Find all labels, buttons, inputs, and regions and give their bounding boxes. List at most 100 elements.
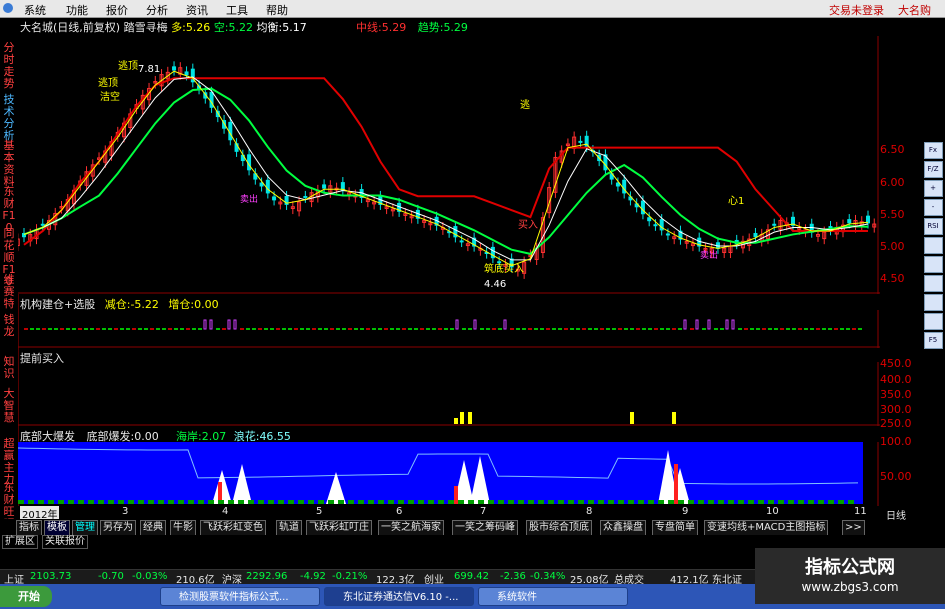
panel4-base-bar	[378, 500, 384, 504]
tab-indicator[interactable]: 指标	[16, 520, 42, 536]
ticker-hs-change: -4.92	[300, 571, 326, 582]
tab-more[interactable]: >>	[842, 520, 865, 536]
tab-manage[interactable]: 管理	[72, 520, 98, 536]
tool-rsi-button[interactable]: RSI	[923, 218, 943, 235]
menu-news[interactable]: 资讯	[186, 2, 208, 18]
period-label[interactable]: 日线	[886, 507, 906, 522]
ext-area-button[interactable]: 扩展区	[2, 535, 38, 549]
main-chart-title: 大名城(日线,前复权) 踏雪寻梅 多:5.26 空:5.22 均衡:5.17	[20, 19, 307, 35]
zhongxian-label: 中线:	[356, 21, 382, 34]
panel4-base-bar	[518, 500, 524, 504]
menu-system[interactable]: 系统	[24, 2, 46, 18]
menu-help[interactable]: 帮助	[266, 2, 288, 18]
ticker-hs-value: 2292.96	[246, 571, 288, 582]
tab-template[interactable]: 模板	[44, 520, 70, 536]
tool-f5-button[interactable]: F5	[923, 332, 943, 349]
candle-body	[497, 261, 502, 264]
ticker-cy-pct: -0.34%	[530, 571, 566, 582]
tab-classic[interactable]: 经典	[140, 520, 166, 536]
panel4-chart[interactable]	[18, 442, 880, 506]
panel2-bar	[120, 328, 124, 330]
related-quote-button[interactable]: 关联报价	[42, 535, 88, 549]
taskbar-item-2[interactable]: 东北证券通达信V6.10 -...	[324, 587, 474, 606]
tab-zhongxin[interactable]: 众鑫操盘	[600, 520, 646, 536]
candle-body	[459, 240, 464, 243]
menu-quote[interactable]: 报价	[106, 2, 128, 18]
tab-zonghe-dingdi[interactable]: 股市综合顶底	[526, 520, 592, 536]
tool-zoom-out-button[interactable]: -	[923, 199, 943, 216]
tab-chouma[interactable]: 一笑之筹码峰	[452, 520, 518, 536]
panel4-base-bar	[228, 500, 234, 504]
annotation-sell-2: 卖出	[700, 249, 718, 261]
panel4-base-bar	[678, 500, 684, 504]
left-tab-dzh[interactable]: 大智慧	[2, 388, 16, 424]
menu-function[interactable]: 功能	[66, 2, 88, 18]
trade-status[interactable]: 交易未登录	[829, 2, 884, 18]
panel2-bar	[150, 328, 154, 330]
tab-biansu-macd[interactable]: 变速均线+MACD主图指标	[704, 520, 829, 536]
panel3-chart[interactable]	[18, 362, 880, 426]
tab-niuying[interactable]: 牛影	[170, 520, 196, 536]
taskbar-item-1[interactable]: 检测股票软件指标公式...	[160, 587, 320, 606]
tool-button-7[interactable]	[923, 256, 943, 273]
left-tab-chaoying[interactable]: 超赢主力	[2, 438, 16, 486]
indicator-name: 踏雪寻梅	[123, 21, 168, 34]
candle-body	[772, 223, 777, 226]
panel4-base-bar	[78, 500, 84, 504]
panel2-bar	[402, 328, 406, 330]
panel2-bar	[792, 328, 796, 330]
panel4-base-bar	[108, 500, 114, 504]
panel2-bar	[780, 328, 784, 330]
tab-guidao[interactable]: 轨道	[276, 520, 302, 536]
left-tab-timeshare[interactable]: 分时走势	[2, 42, 16, 90]
panel3-axis-250: 250.0	[880, 417, 912, 430]
left-tab-knowledge[interactable]: 知识	[2, 356, 16, 380]
tool-fx-button[interactable]: Fx	[923, 142, 943, 159]
panel2-bar	[600, 328, 604, 330]
annotation-bottom-buy: 筑底买入	[484, 262, 524, 275]
left-tab-qianlong[interactable]: 钱龙	[2, 314, 16, 338]
panel2-bar	[804, 328, 808, 330]
menu-tools[interactable]: 工具	[226, 2, 248, 18]
panel2-bar	[186, 328, 190, 330]
candle-body	[259, 182, 264, 187]
tool-button-10[interactable]	[923, 313, 943, 330]
tool-button-8[interactable]	[923, 275, 943, 292]
panel2-bar	[330, 328, 334, 330]
panel4-base-bar	[18, 500, 24, 504]
panel2-bar	[528, 328, 532, 330]
tool-zoom-in-button[interactable]: +	[923, 180, 943, 197]
panel2-bar	[192, 328, 196, 330]
annotation-sell-1: 卖出	[240, 193, 258, 205]
tab-hanghaijia[interactable]: 一笑之航海家	[378, 520, 444, 536]
panel2-chart[interactable]	[18, 310, 880, 348]
tool-fz-button[interactable]: F/Z	[923, 161, 943, 178]
panel2-bar	[396, 328, 400, 330]
left-tab-basic-info[interactable]: 基本资料	[2, 140, 16, 188]
tab-feiyue-dingzhuang[interactable]: 飞跃彩虹叮庄	[306, 520, 372, 536]
kong-label: 空:	[213, 21, 229, 34]
left-tab-weisaite[interactable]: 维赛特	[2, 274, 16, 310]
panel2-bar	[72, 328, 76, 330]
panel2-bar	[300, 328, 304, 330]
panel2-bar	[30, 328, 34, 330]
main-kline-chart[interactable]: 7.81 4.46 逃顶 逃顶 洁空 逃 买入 筑底买入 卖出 卖出 心1	[18, 36, 880, 294]
tool-button-9[interactable]	[923, 294, 943, 311]
tab-zhuanpan[interactable]: 专盘简单	[652, 520, 698, 536]
panel4-base-bar	[748, 500, 754, 504]
left-tab-technical[interactable]: 技术分析	[2, 94, 16, 142]
time-axis-m8: 8	[586, 506, 593, 517]
tab-save-as[interactable]: 另存为	[100, 520, 136, 536]
panel2-bar	[174, 328, 178, 330]
panel4-base-bar	[828, 500, 834, 504]
taskbar-item-3[interactable]: 系统软件	[478, 587, 628, 606]
menu-analysis[interactable]: 分析	[146, 2, 168, 18]
start-button[interactable]: 开始	[0, 586, 52, 607]
panel2-bar	[227, 319, 231, 330]
panel2-bar	[252, 328, 256, 330]
tool-button-6[interactable]	[923, 237, 943, 254]
panel2-bar	[486, 328, 490, 330]
panel2-bar	[144, 328, 148, 330]
panel2-bar	[294, 328, 298, 330]
tab-feiyue-caihong[interactable]: 飞跃彩虹变色	[200, 520, 266, 536]
